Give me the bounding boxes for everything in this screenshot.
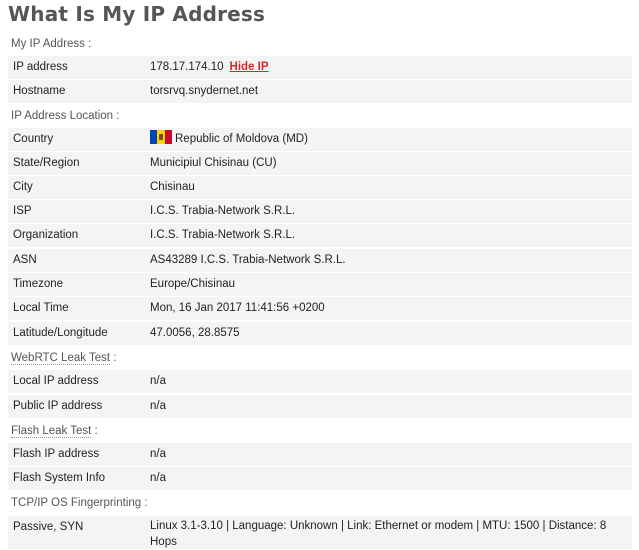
row-label: State/Region <box>13 157 80 169</box>
row-passive-syn: Passive, SYN Linux 3.1-3.10 | Language: … <box>8 516 632 549</box>
row-latitude-longitude: Latitude/Longitude 47.0056, 28.8575 <box>8 322 632 345</box>
row-value: Linux 3.1-3.10 | Language: Unknown | Lin… <box>150 520 607 548</box>
row-label: ASN <box>13 254 37 266</box>
flash-leak-test-link[interactable]: Flash Leak Test <box>11 425 92 438</box>
row-value: Europe/Chisinau <box>150 278 236 290</box>
row-label: Flash IP address <box>13 448 100 460</box>
row-country: Country Republic of Moldova (MD) <box>8 128 632 151</box>
row-value: I.C.S. Trabia-Network S.R.L. <box>150 205 296 217</box>
row-value: Republic of Moldova (MD) <box>150 128 308 151</box>
row-organization: Organization I.C.S. Trabia-Network S.R.L… <box>8 224 632 247</box>
section-colon: : <box>110 352 117 364</box>
section-webrtc-leak-test: WebRTC Leak Test : <box>8 348 633 368</box>
ip-value: 178.17.174.10 <box>150 61 224 73</box>
row-value: Municipiul Chisinau (CU) <box>150 157 277 169</box>
row-label: ISP <box>13 205 32 217</box>
row-label: Public IP address <box>13 400 103 412</box>
row-local-time: Local Time Mon, 16 Jan 2017 11:41:56 +02… <box>8 297 632 320</box>
row-label: City <box>13 181 33 193</box>
section-my-ip: My IP Address : <box>8 34 633 54</box>
row-hostname: Hostname torsrvq.snydernet.net <box>8 80 632 103</box>
row-label: Timezone <box>13 278 64 290</box>
ip-info-page: What Is My IP Address My IP Address : IP… <box>0 0 639 550</box>
row-asn: ASN AS43289 I.C.S. Trabia-Network S.R.L. <box>8 249 632 272</box>
row-local-ip-address: Local IP address n/a <box>8 370 632 393</box>
section-ip-location: IP Address Location : <box>8 106 633 126</box>
row-label: Passive, SYN <box>13 521 84 533</box>
row-state-region: State/Region Municipiul Chisinau (CU) <box>8 152 632 175</box>
row-label: Organization <box>13 229 79 241</box>
row-city: City Chisinau <box>8 176 632 199</box>
row-value: n/a <box>150 400 166 412</box>
row-label: Latitude/Longitude <box>13 327 108 339</box>
row-value: Mon, 16 Jan 2017 11:41:56 +0200 <box>150 302 325 314</box>
row-timezone: Timezone Europe/Chisinau <box>8 273 632 296</box>
row-label: Flash System Info <box>13 472 106 484</box>
row-label: IP address <box>13 61 68 73</box>
section-colon: : <box>91 425 98 437</box>
row-label: Hostname <box>13 85 66 97</box>
row-label: Local Time <box>13 302 69 314</box>
row-value: n/a <box>150 448 166 460</box>
row-isp: ISP I.C.S. Trabia-Network S.R.L. <box>8 200 632 223</box>
moldova-flag-icon <box>150 130 172 144</box>
section-flash-leak-test: Flash Leak Test : <box>8 421 633 441</box>
row-value: 178.17.174.10 Hide IP <box>150 56 269 79</box>
row-label: Country <box>13 133 54 145</box>
row-value: n/a <box>150 375 166 387</box>
row-flash-ip-address: Flash IP address n/a <box>8 443 632 466</box>
row-ip-address: IP address 178.17.174.10 Hide IP <box>8 56 632 79</box>
webrtc-leak-test-link[interactable]: WebRTC Leak Test <box>11 352 111 365</box>
row-label: Local IP address <box>13 375 99 387</box>
row-value: 47.0056, 28.8575 <box>150 327 240 339</box>
row-value: AS43289 I.C.S. Trabia-Network S.R.L. <box>150 254 346 266</box>
row-value: torsrvq.snydernet.net <box>150 85 259 97</box>
row-flash-system-info: Flash System Info n/a <box>8 467 632 490</box>
row-value: n/a <box>150 472 166 484</box>
hide-ip-link[interactable]: Hide IP <box>230 61 269 73</box>
section-tcpip-os-fingerprinting: TCP/IP OS Fingerprinting : <box>8 493 633 513</box>
row-public-ip-address: Public IP address n/a <box>8 395 632 418</box>
page-title: What Is My IP Address <box>8 2 266 26</box>
row-value: Chisinau <box>150 181 195 193</box>
country-value: Republic of Moldova (MD) <box>175 133 308 145</box>
row-value: I.C.S. Trabia-Network S.R.L. <box>150 229 296 241</box>
